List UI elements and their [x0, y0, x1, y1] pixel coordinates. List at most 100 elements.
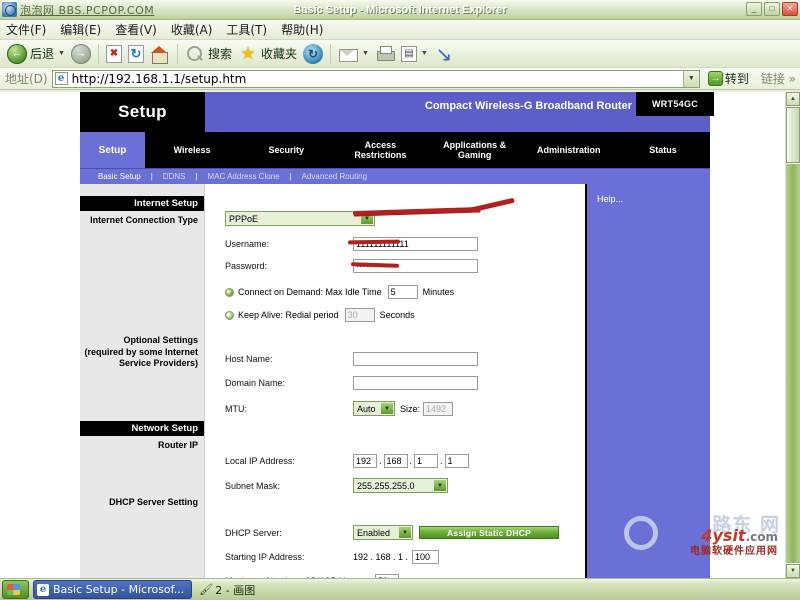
connection-type-select[interactable]: PPPoE ▼ [225, 211, 375, 226]
scroll-up-button[interactable]: ▲ [786, 92, 800, 106]
connect-on-demand-label: Connect on Demand: Max Idle Time [238, 287, 382, 297]
subtab-advanced-routing[interactable]: Advanced Routing [292, 172, 377, 181]
tab-security[interactable]: Security [239, 132, 333, 168]
keep-alive-radio[interactable] [225, 310, 234, 320]
menu-item-file[interactable]: 文件(F) [6, 21, 46, 38]
tab-wireless[interactable]: Wireless [145, 132, 239, 168]
menu-item-view[interactable]: 查看(V) [115, 21, 157, 38]
local-ip-octet-4[interactable] [444, 454, 469, 468]
scroll-down-button[interactable]: ▼ [786, 564, 800, 578]
section-header-network-setup: Network Setup [80, 421, 204, 436]
row-password: Password: [205, 254, 585, 276]
edit-dropdown-icon[interactable]: ▼ [421, 50, 428, 57]
router-body: Internet Setup Internet Connection Type … [80, 184, 710, 578]
back-dropdown-icon[interactable]: ▼ [58, 50, 65, 57]
row-host-name: Host Name: [205, 349, 585, 369]
subtab-ddns[interactable]: DDNS [153, 172, 196, 181]
toolbar-separator-2 [176, 43, 178, 64]
subtab-basic-setup[interactable]: Basic Setup [88, 172, 151, 181]
page-favicon-icon [54, 72, 68, 85]
menu-item-help[interactable]: 帮助(H) [281, 21, 323, 38]
menu-item-tools[interactable]: 工具(T) [226, 21, 267, 38]
search-button[interactable]: 搜索 [182, 42, 235, 66]
local-ip-octet-3[interactable] [414, 454, 439, 468]
windows-taskbar: Basic Setup - Microsof... 🖌 2 - 画图 [0, 578, 800, 600]
password-input[interactable] [353, 259, 478, 273]
menu-item-favorites[interactable]: 收藏(A) [171, 21, 213, 38]
menu-item-edit[interactable]: 编辑(E) [60, 21, 101, 38]
address-dropdown-icon[interactable]: ▼ [682, 70, 699, 87]
start-button[interactable] [2, 580, 29, 599]
subnet-mask-select[interactable]: 255.255.255.0 ▼ [353, 478, 448, 493]
tab-applications-gaming[interactable]: Applications & Gaming [428, 132, 522, 168]
tab-administration[interactable]: Administration [522, 132, 616, 168]
username-input[interactable] [353, 237, 478, 251]
tab-setup[interactable]: Setup [80, 132, 145, 168]
printer-icon [375, 44, 395, 64]
maximize-button[interactable]: □ [764, 2, 780, 16]
links-button[interactable]: 链接 » [757, 70, 800, 87]
page-scrollbar-vertical[interactable]: ▲ ▼ [785, 92, 800, 578]
sub-tab-bar: Basic Setup | DDNS | MAC Address Clone |… [80, 168, 710, 184]
help-title[interactable]: Help... [587, 184, 710, 204]
assign-static-dhcp-button[interactable]: Assign Static DHCP [419, 526, 559, 539]
refresh-button[interactable] [125, 42, 147, 66]
scrollbar-thumb[interactable] [786, 107, 800, 163]
username-label: Username: [225, 239, 270, 249]
mtu-select[interactable]: Auto ▼ [353, 401, 395, 416]
mail-icon [338, 44, 358, 64]
local-ip-octet-1[interactable] [353, 454, 377, 468]
redial-period-input[interactable] [344, 308, 375, 322]
back-button[interactable]: ← 后退 ▼ [4, 42, 68, 66]
back-label: 后退 [30, 47, 55, 61]
router-brand-band: Compact Wireless-G Broadband Router WRT5… [205, 92, 714, 132]
local-ip-octet-2[interactable] [383, 454, 408, 468]
mtu-size-input[interactable] [423, 401, 454, 416]
go-button[interactable]: 转到 [704, 69, 753, 89]
mail-dropdown-icon[interactable]: ▼ [362, 50, 369, 57]
row-starting-ip-address: Starting IP Address: 192 . 168 . 1 . [205, 543, 585, 567]
ie-window: 泡泡网 BBS.PCPOP.COM Basic Setup - Microsof… [0, 0, 800, 600]
chevron-down-icon: ▼ [361, 213, 373, 224]
scrollbar-track[interactable] [786, 164, 800, 563]
favorites-button[interactable]: ★ 收藏夹 [235, 42, 300, 66]
mtu-value: Auto [357, 403, 376, 414]
dhcp-server-select[interactable]: Enabled ▼ [353, 525, 413, 540]
address-input[interactable]: http://192.168.1.1/setup.htm ▼ [51, 69, 700, 88]
seconds-unit-label: Seconds [379, 310, 415, 320]
close-button[interactable]: ✕ [782, 2, 798, 16]
forward-button[interactable]: → [68, 42, 94, 66]
host-name-input[interactable] [353, 352, 478, 366]
ie-app-icon [2, 2, 17, 17]
paint-icon: 🖌 [199, 583, 214, 596]
edit-page-icon [400, 45, 417, 62]
history-button[interactable] [300, 42, 326, 66]
label-internet-connection-type: Internet Connection Type [90, 215, 198, 225]
starting-ip-last-octet-input[interactable] [412, 550, 440, 564]
messenger-button[interactable]: ↘ [431, 42, 457, 66]
connect-on-demand-radio[interactable] [225, 287, 234, 297]
subtab-mac-address-clone[interactable]: MAC Address Clone [198, 172, 290, 181]
main-tab-bar: Setup Wireless Security Access Restrictio… [80, 132, 710, 168]
mtu-label: MTU: [225, 403, 247, 414]
edit-button[interactable]: ▼ [398, 42, 431, 66]
row-keep-alive: Keep Alive: Redial period Seconds [205, 302, 585, 325]
minimize-button[interactable]: _ [746, 2, 762, 16]
taskbar-item-paint[interactable]: 🖌 2 - 画图 [196, 580, 261, 599]
address-url-text: http://192.168.1.1/setup.htm [71, 71, 247, 86]
taskbar-item-browser[interactable]: Basic Setup - Microsof... [33, 580, 193, 599]
search-label: 搜索 [207, 47, 232, 61]
max-idle-time-input[interactable] [387, 285, 418, 299]
optional-settings-line1: Optional Settings [123, 335, 198, 346]
print-button[interactable] [372, 42, 398, 66]
optional-settings-line2: (required by some Internet [84, 346, 198, 357]
watermark-brand: 4ysit.com [701, 526, 778, 545]
local-ip-label: Local IP Address: [225, 456, 295, 466]
window-controls: _ □ ✕ [746, 2, 798, 16]
tab-status[interactable]: Status [616, 132, 710, 168]
home-button[interactable] [147, 42, 173, 66]
stop-button[interactable] [103, 42, 125, 66]
domain-name-input[interactable] [353, 376, 478, 390]
mail-button[interactable]: ▼ [335, 42, 372, 66]
tab-access-restrictions[interactable]: Access Restrictions [333, 132, 427, 168]
